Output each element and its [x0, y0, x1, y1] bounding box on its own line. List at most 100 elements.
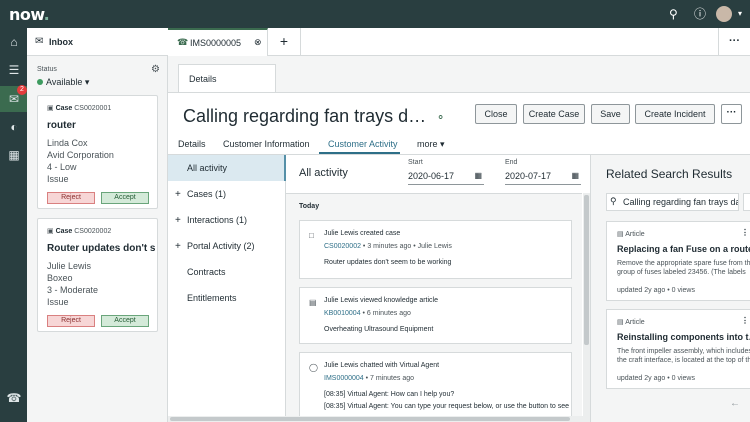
help-icon[interactable]: ⓘ	[694, 7, 706, 21]
form-tab-more[interactable]: more ▾	[417, 139, 445, 150]
phone-icon[interactable]: ☎	[6, 390, 22, 406]
close-button[interactable]: Close	[475, 104, 517, 124]
inbox-panel: ✉ Inbox Status Available ▾ ⚙ ▣ Case CS00…	[27, 28, 168, 422]
grid-icon[interactable]: ▦	[6, 147, 22, 163]
start-date-input[interactable]: 2020-06-17 ▦	[408, 169, 484, 185]
end-date-input[interactable]: 2020-07-17 ▦	[505, 169, 581, 185]
activity-entry[interactable]: □ Julie Lewis created case CS0020002 • 3…	[299, 220, 572, 279]
result-title[interactable]: Replacing a fan Fuse on a router	[617, 244, 750, 254]
activity-title: All activity	[299, 167, 348, 179]
form-tab-customer-activity[interactable]: Customer Activity	[328, 139, 398, 149]
search-icon[interactable]: ⚲	[669, 7, 678, 21]
card-company: Avid Corporation	[47, 150, 114, 160]
search-result-card[interactable]: ▤ Article ⋮ Reinstalling components into…	[606, 309, 750, 389]
chevron-down-icon[interactable]: ▾	[738, 7, 742, 21]
accept-button[interactable]: Accept	[101, 192, 149, 204]
document-icon: □	[309, 231, 314, 240]
card-type: Issue	[47, 297, 69, 307]
feed-scrollbar[interactable]	[583, 193, 590, 422]
inbox-badge: 2	[17, 85, 27, 95]
entry-link[interactable]: KB0010004	[324, 310, 361, 317]
inbox-title: Inbox	[49, 37, 73, 47]
activity-entry[interactable]: ◯ Julie Lewis chatted with Virtual Agent…	[299, 352, 572, 422]
result-snippet: the craft interface, is located at the t…	[617, 357, 750, 364]
filter-portal-activity[interactable]: + Portal Activity (2)	[168, 233, 286, 259]
start-label: Start	[408, 159, 423, 166]
back-arrow-icon[interactable]: ←	[730, 398, 740, 409]
card-contact: Linda Cox	[47, 138, 88, 148]
filter-button[interactable]	[743, 193, 750, 211]
gear-icon[interactable]: ⚙	[151, 64, 160, 75]
result-meta: updated 2y ago • 0 views	[617, 287, 695, 294]
work-item-card[interactable]: ▣ Case CS0020002 Router updates don't s.…	[37, 218, 158, 332]
kebab-icon[interactable]: ⋮	[741, 316, 749, 325]
tab-ims0000005[interactable]: ☎ IMS0000005 ⊗	[168, 28, 268, 56]
result-snippet: The front impeller assembly, which inclu…	[617, 348, 750, 355]
dashboard-icon[interactable]: ◐	[6, 119, 22, 135]
more-actions-button[interactable]: ···	[721, 104, 742, 124]
card-title: Router updates don't s...	[47, 243, 155, 254]
entry-meta: KB0010004 • 6 minutes ago	[324, 310, 411, 317]
reject-button[interactable]: Reject	[47, 192, 95, 204]
page-title: Calling regarding fan trays d…	[183, 106, 427, 126]
workspace-tab-bar: ☎ IMS0000005 ⊗ + ···	[168, 28, 750, 56]
tab-overflow-button[interactable]: ···	[718, 28, 750, 56]
article-icon: ▤	[309, 298, 317, 307]
search-result-card[interactable]: ▤ Article ⋮ Replacing a fan Fuse on a ro…	[606, 221, 750, 301]
kebab-icon[interactable]: ⋮	[741, 228, 749, 237]
entry-body: Router updates don't seem to be working	[324, 259, 452, 266]
scroll-thumb[interactable]	[170, 417, 570, 421]
related-search-input[interactable]: Calling regarding fan trays da	[606, 193, 739, 211]
entry-title: Julie Lewis chatted with Virtual Agent	[324, 362, 440, 369]
filter-all-activity[interactable]: All activity	[168, 155, 286, 181]
accept-button[interactable]: Accept	[101, 315, 149, 327]
inbox-icon: ✉	[35, 36, 44, 47]
calendar-icon[interactable]: ▦	[474, 171, 482, 180]
work-item-card[interactable]: ▣ Case CS0020001 router Linda Cox Avid C…	[37, 95, 158, 209]
entry-body: [08:35] Virtual Agent: You can type your…	[324, 403, 570, 410]
plus-icon: +	[175, 215, 181, 226]
horizontal-scrollbar[interactable]	[168, 416, 588, 422]
phone-icon: ☎	[177, 37, 189, 47]
status-dropdown[interactable]: Available ▾	[37, 77, 89, 88]
create-incident-button[interactable]: Create Incident	[635, 104, 715, 124]
card-priority: 4 - Low	[47, 162, 77, 172]
reject-button[interactable]: Reject	[47, 315, 95, 327]
tag-icon[interactable]: ⚬	[436, 111, 445, 124]
filter-cases[interactable]: + Cases (1)	[168, 181, 286, 207]
result-title[interactable]: Reinstalling components into t…	[617, 332, 750, 342]
activity-entry[interactable]: ▤ Julie Lewis viewed knowledge article K…	[299, 287, 572, 344]
list-icon[interactable]: ☰	[6, 62, 22, 78]
case-number: ▣ Case CS0020002	[47, 228, 112, 235]
entry-link[interactable]: CS0020002	[324, 243, 361, 250]
search-icon: ⚲	[610, 196, 617, 206]
form-tab-details[interactable]: Details	[178, 139, 206, 149]
activity-filter-nav: All activity + Cases (1) + Interactions (1…	[168, 155, 286, 422]
filter-contracts[interactable]: Contracts	[168, 259, 286, 285]
activity-feed: Today □ Julie Lewis created case CS00200…	[286, 193, 582, 422]
record-form: Calling regarding fan trays d… ⚬ Close C…	[168, 92, 750, 422]
tab-details[interactable]: Details	[178, 64, 276, 92]
inbox-header: ✉ Inbox	[27, 28, 168, 56]
home-icon[interactable]: ⌂	[6, 34, 22, 50]
scroll-thumb[interactable]	[584, 195, 589, 345]
entry-link[interactable]: IMS0000004	[324, 375, 364, 382]
result-meta: updated 2y ago • 0 views	[617, 375, 695, 382]
entry-title: Julie Lewis viewed knowledge article	[324, 297, 439, 304]
calendar-icon[interactable]: ▦	[571, 171, 579, 180]
create-case-button[interactable]: Create Case	[523, 104, 585, 124]
case-number: ▣ Case CS0020001	[47, 105, 112, 112]
card-title: router	[47, 120, 76, 131]
close-icon[interactable]: ⊗	[254, 37, 262, 48]
save-button[interactable]: Save	[591, 104, 630, 124]
filter-interactions[interactable]: + Interactions (1)	[168, 207, 286, 233]
card-contact: Julie Lewis	[47, 261, 92, 271]
related-title: Related Search Results	[606, 167, 733, 181]
workspace: Details Calling regarding fan trays d… ⚬…	[168, 56, 750, 422]
servicenow-logo[interactable]: now.	[9, 5, 50, 24]
filter-entitlements[interactable]: Entitlements	[168, 285, 286, 311]
form-tab-customer-information[interactable]: Customer Information	[223, 139, 310, 149]
date-group-label: Today	[299, 203, 320, 210]
user-avatar[interactable]	[716, 6, 732, 22]
add-tab-button[interactable]: +	[268, 28, 301, 56]
